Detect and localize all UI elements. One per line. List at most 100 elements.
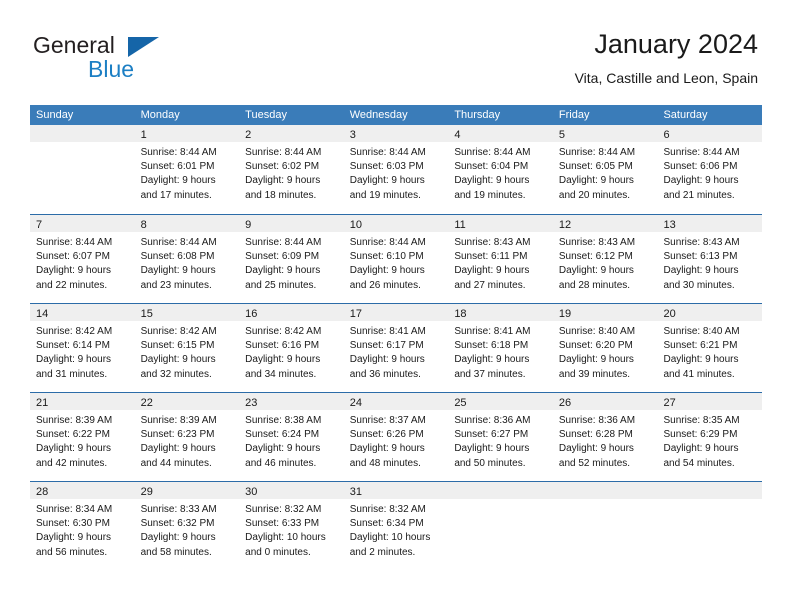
day-detail-line: Daylight: 9 hours [349,354,425,366]
day-detail-line: Sunrise: 8:44 AM [140,237,217,248]
day-detail-text: Sunrise: 8:33 AM Sunset: 6:32 PM Daylight:… [135,499,240,560]
day-detail-line: Daylight: 9 hours [663,265,739,277]
day-detail-line: Sunset: 6:23 PM [140,429,215,441]
day-detail-text: Sunrise: 8:43 AM Sunset: 6:13 PM Daylight:… [657,232,762,293]
day-detail-line: Daylight: 9 hours [558,354,634,366]
day-number-band: 24 [343,393,449,410]
calendar-day-cell[interactable]: 7 Sunrise: 8:44 AM Sunset: 6:07 PM Daylight… [30,215,135,303]
day-detail-line: Daylight: 9 hours [245,265,321,277]
day-detail-text [30,142,135,146]
day-detail-line: Sunrise: 8:43 AM [558,237,636,248]
day-detail-line: and 23 minutes. [140,279,212,291]
day-detail-line: Daylight: 10 hours [349,532,431,544]
calendar-day-cell[interactable]: 8 Sunrise: 8:44 AM Sunset: 6:08 PM Daylight… [134,215,240,303]
day-detail-line: and 22 minutes. [36,279,108,291]
calendar-day-cell[interactable]: 19 Sunrise: 8:40 AM Sunset: 6:20 PM Dayligh… [552,304,658,392]
calendar-day-cell[interactable]: 20 Sunrise: 8:40 AM Sunset: 6:21 PM Dayligh… [657,304,763,392]
calendar-day-cell[interactable]: 14 Sunrise: 8:42 AM Sunset: 6:14 PM Dayligh… [30,304,135,392]
day-number-band [448,482,553,499]
day-number: 10 [349,219,362,231]
calendar-day-cell[interactable]: 31 Sunrise: 8:32 AM Sunset: 6:34 PM Dayligh… [343,482,449,570]
calendar-day-cell[interactable]: 21 Sunrise: 8:39 AM Sunset: 6:22 PM Dayligh… [30,393,135,481]
calendar-day-cell[interactable]: 26 Sunrise: 8:36 AM Sunset: 6:28 PM Dayligh… [552,393,658,481]
day-detail-line: Sunrise: 8:44 AM [140,147,217,158]
weekday-header-friday: Friday [558,109,590,121]
calendar-day-cell[interactable]: 22 Sunrise: 8:39 AM Sunset: 6:23 PM Dayligh… [134,393,240,481]
day-detail-line: Daylight: 9 hours [36,265,112,277]
day-number: 16 [245,308,258,320]
calendar-day-cell[interactable]: 15 Sunrise: 8:42 AM Sunset: 6:15 PM Dayligh… [134,304,240,392]
day-number-band [657,482,763,499]
calendar-day-cell[interactable]: 23 Sunrise: 8:38 AM Sunset: 6:24 PM Dayligh… [239,393,344,481]
day-number-band [552,482,658,499]
calendar-day-cell[interactable]: 11 Sunrise: 8:43 AM Sunset: 6:11 PM Dayligh… [448,215,553,303]
calendar-day-cell[interactable]: 1 Sunrise: 8:44 AM Sunset: 6:01 PM Daylight… [134,125,240,214]
day-detail-text: Sunrise: 8:44 AM Sunset: 6:02 PM Daylight:… [239,142,344,203]
calendar-day-cell[interactable]: 2 Sunrise: 8:44 AM Sunset: 6:02 PM Daylight… [239,125,344,214]
day-detail-text [553,499,658,503]
day-detail-line: Daylight: 9 hours [36,532,112,544]
day-detail-line: Sunset: 6:24 PM [245,429,320,441]
day-detail-text: Sunrise: 8:42 AM Sunset: 6:16 PM Daylight:… [239,321,344,382]
calendar-day-cell[interactable]: 9 Sunrise: 8:44 AM Sunset: 6:09 PM Daylight… [239,215,344,303]
calendar-day-cell[interactable]: 3 Sunrise: 8:44 AM Sunset: 6:03 PM Daylight… [343,125,449,214]
calendar-day-cell[interactable]: 30 Sunrise: 8:32 AM Sunset: 6:33 PM Dayligh… [239,482,344,570]
day-number: 24 [349,397,362,409]
day-detail-line: Sunset: 6:22 PM [36,429,110,441]
day-detail-line: and 34 minutes. [245,368,317,380]
day-number-band: 7 [30,215,135,232]
calendar-day-cell[interactable]: 13 Sunrise: 8:43 AM Sunset: 6:13 PM Dayligh… [657,215,763,303]
logo-triangle-icon [128,37,159,57]
day-detail-text: Sunrise: 8:34 AM Sunset: 6:30 PM Daylight:… [30,499,135,560]
day-number: 15 [140,308,153,320]
day-detail-line: Sunrise: 8:41 AM [349,326,426,337]
day-detail-text: Sunrise: 8:44 AM Sunset: 6:06 PM Daylight:… [657,142,762,203]
day-detail-line: and 30 minutes. [663,279,735,291]
day-number-band: 23 [239,393,344,410]
calendar-day-cell[interactable]: 27 Sunrise: 8:35 AM Sunset: 6:29 PM Dayligh… [657,393,763,481]
calendar-day-cell[interactable]: 10 Sunrise: 8:44 AM Sunset: 6:10 PM Dayligh… [343,215,449,303]
day-detail-line: Daylight: 9 hours [454,175,530,187]
day-detail-line: and 52 minutes. [558,457,631,469]
weekday-header-thursday: Thursday [454,109,501,121]
calendar-day-cell[interactable]: 18 Sunrise: 8:41 AM Sunset: 6:18 PM Dayligh… [448,304,553,392]
day-detail-line: Daylight: 9 hours [245,443,321,455]
page-title: January 2024 [594,29,758,59]
day-number: 9 [245,219,252,231]
calendar-day-cell[interactable]: 25 Sunrise: 8:36 AM Sunset: 6:27 PM Dayligh… [448,393,553,481]
day-detail-line: Daylight: 9 hours [140,175,216,187]
calendar-day-cell[interactable]: 6 Sunrise: 8:44 AM Sunset: 6:06 PM Daylight… [657,125,763,214]
day-number-band: 20 [657,304,763,321]
day-detail-line: Daylight: 9 hours [349,175,425,187]
day-detail-line: Daylight: 9 hours [454,443,530,455]
calendar-day-cell[interactable]: 17 Sunrise: 8:41 AM Sunset: 6:17 PM Dayligh… [343,304,449,392]
day-detail-line: and 17 minutes. [140,189,212,201]
day-detail-line: Sunset: 6:14 PM [36,340,110,352]
day-detail-text: Sunrise: 8:41 AM Sunset: 6:18 PM Daylight:… [448,321,553,382]
day-detail-line: Sunset: 6:12 PM [558,251,633,263]
calendar-day-cell[interactable]: 24 Sunrise: 8:37 AM Sunset: 6:26 PM Dayligh… [343,393,449,481]
day-detail-text: Sunrise: 8:39 AM Sunset: 6:23 PM Daylight:… [135,410,240,471]
day-number-band: 25 [448,393,553,410]
calendar-day-cell[interactable]: 16 Sunrise: 8:42 AM Sunset: 6:16 PM Dayligh… [239,304,344,392]
calendar-day-cell[interactable]: 4 Sunrise: 8:44 AM Sunset: 6:04 PM Daylight… [448,125,553,214]
day-detail-line: Sunrise: 8:44 AM [36,237,113,248]
calendar-day-cell[interactable]: 12 Sunrise: 8:43 AM Sunset: 6:12 PM Dayligh… [552,215,658,303]
day-detail-line: Sunset: 6:17 PM [349,340,424,352]
day-number: 29 [140,486,153,498]
calendar-day-cell[interactable]: 29 Sunrise: 8:33 AM Sunset: 6:32 PM Dayligh… [134,482,240,570]
day-detail-line: and 39 minutes. [558,368,631,380]
calendar-day-cell-empty [30,125,135,214]
day-number-band: 8 [134,215,240,232]
day-number-band [30,125,135,142]
day-detail-line: and 0 minutes. [245,546,311,558]
calendar-day-cell[interactable]: 5 Sunrise: 8:44 AM Sunset: 6:05 PM Daylight… [552,125,658,214]
day-detail-line: and 21 minutes. [663,189,735,201]
day-detail-line: Sunrise: 8:40 AM [663,326,740,337]
day-detail-line: Daylight: 9 hours [454,265,530,277]
day-detail-line: and 27 minutes. [454,279,526,291]
day-detail-text: Sunrise: 8:40 AM Sunset: 6:21 PM Daylight:… [657,321,762,382]
day-detail-line: Daylight: 10 hours [245,532,326,544]
calendar-day-cell[interactable]: 28 Sunrise: 8:34 AM Sunset: 6:30 PM Dayligh… [30,482,135,570]
generalblue-logo[interactable]: General Blue [33,32,273,88]
